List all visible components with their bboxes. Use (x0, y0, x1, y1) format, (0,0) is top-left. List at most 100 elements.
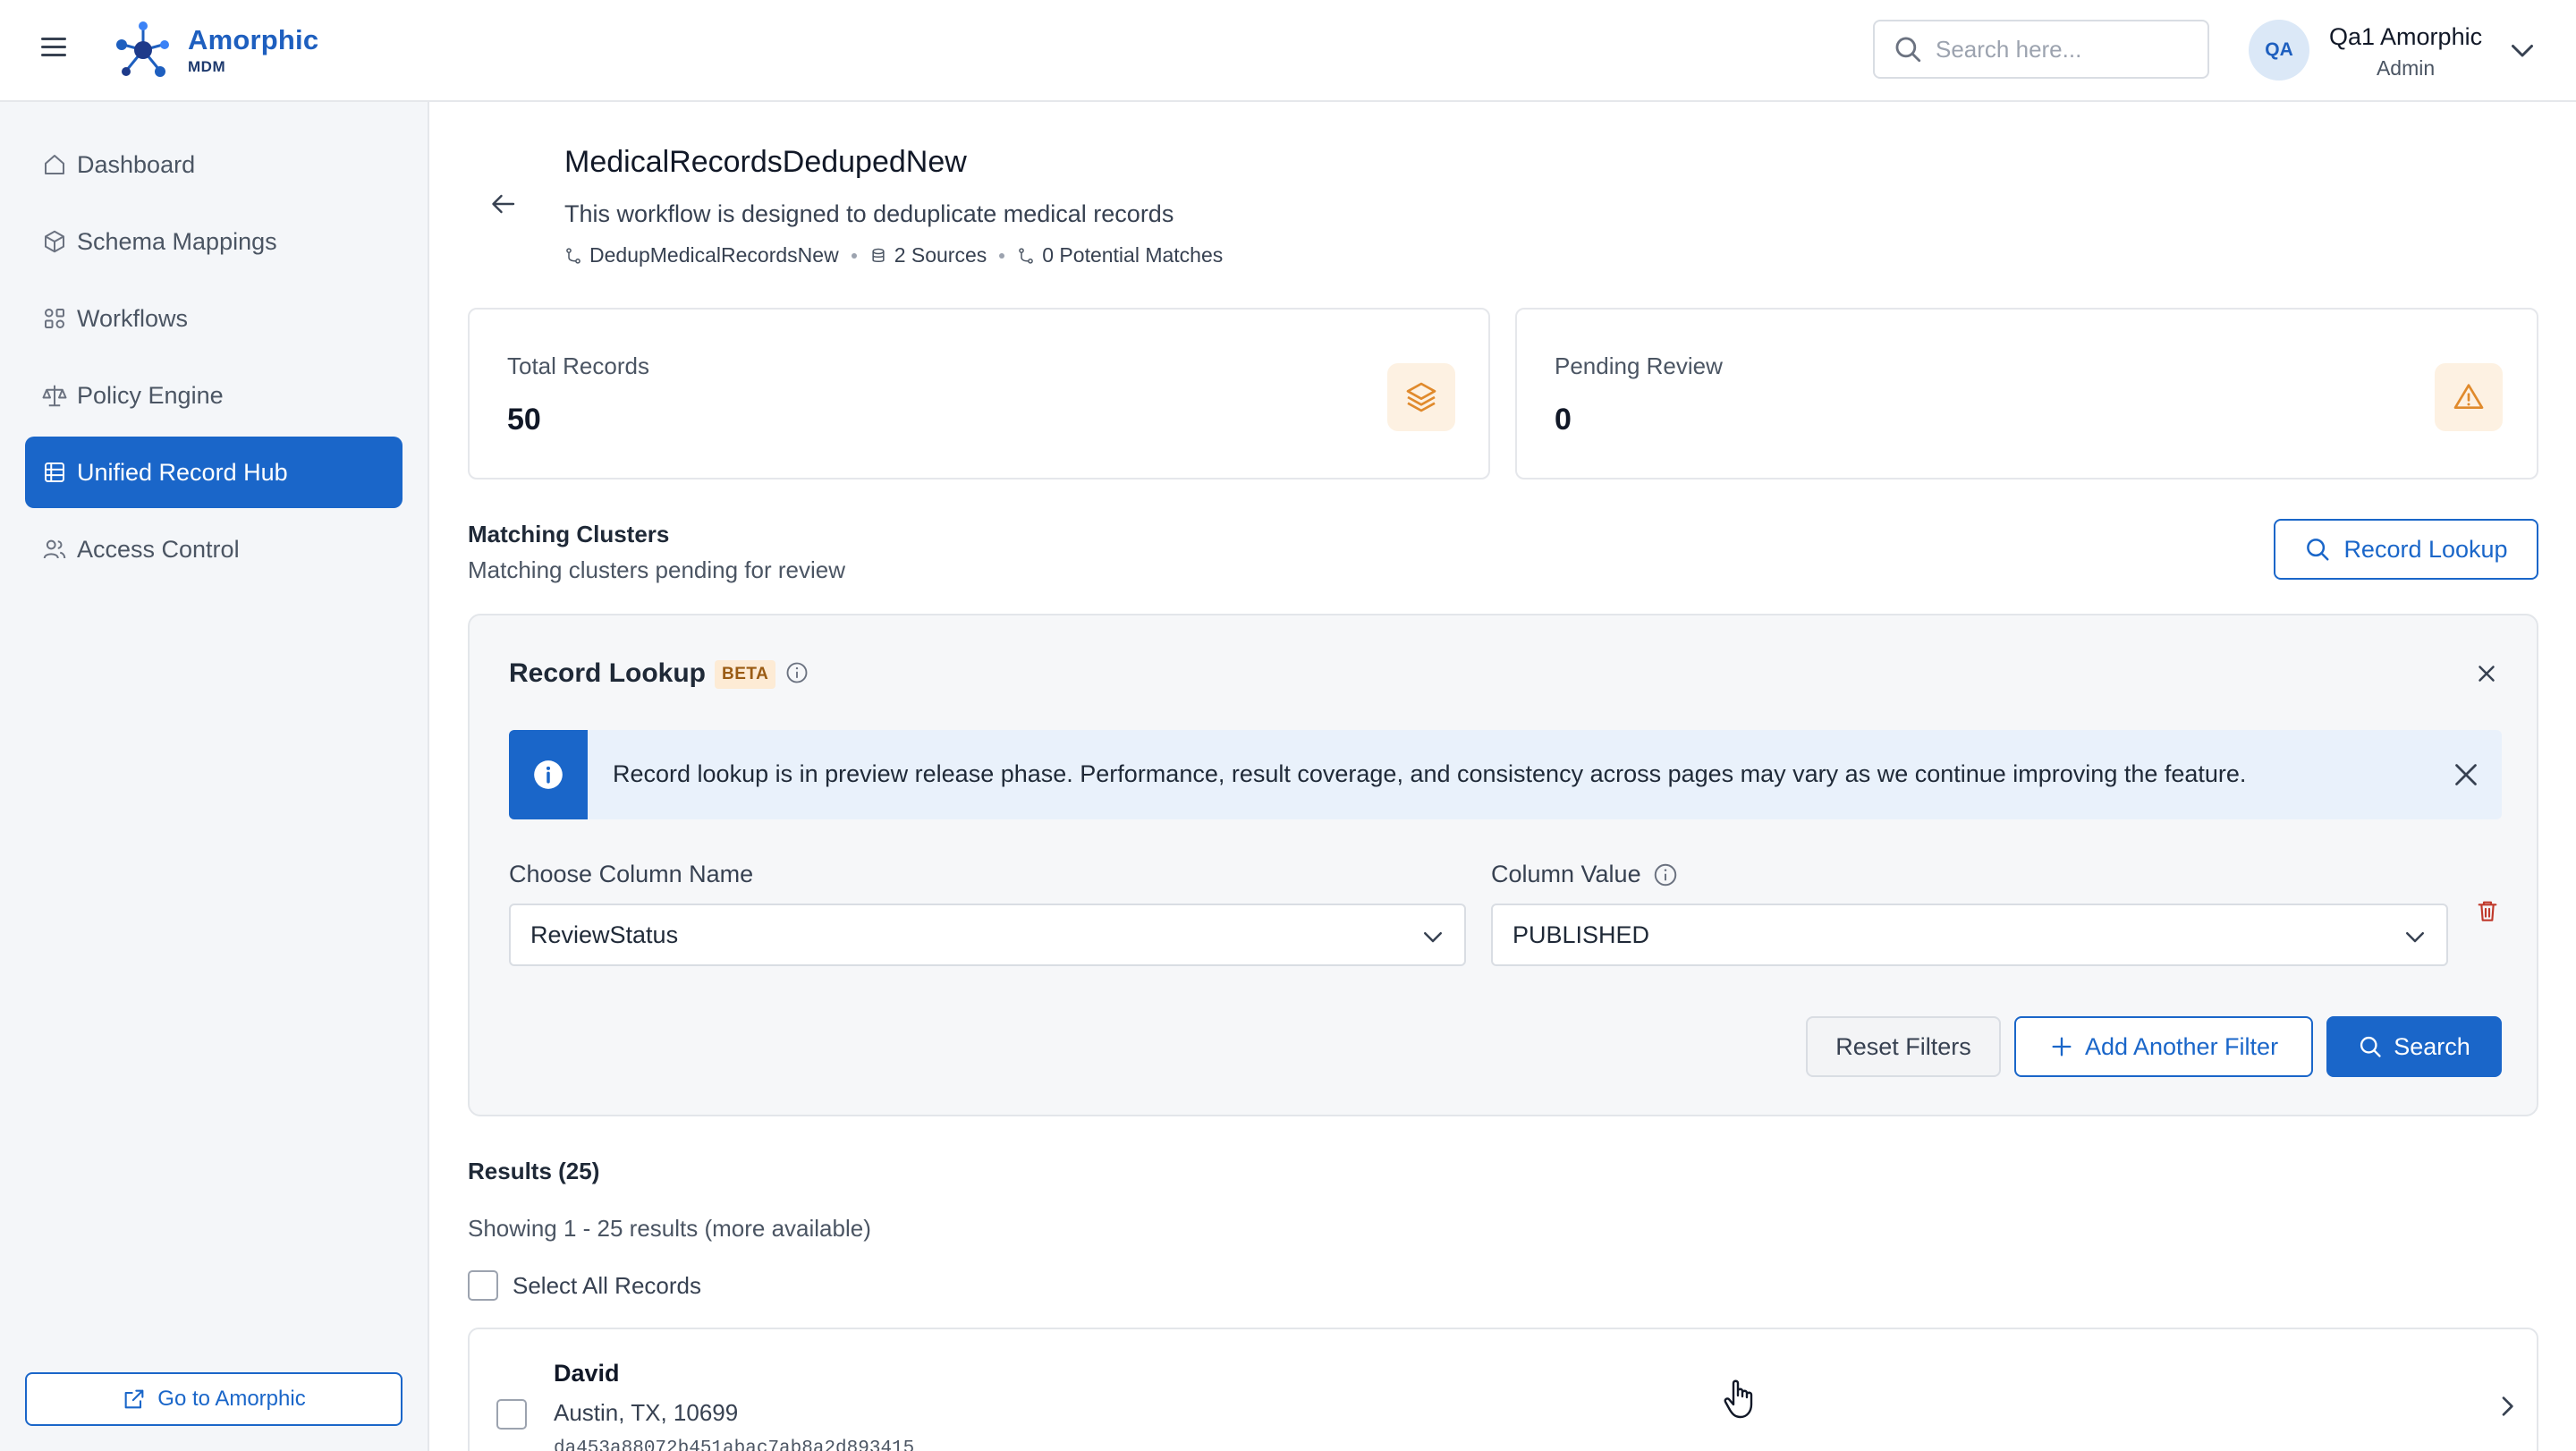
record-id: da453a88072b451abac7ab8a2d893415 (554, 1438, 915, 1451)
results-count: Showing 1 - 25 results (more available) (468, 1215, 871, 1242)
column-name-label-text: Choose Column Name (509, 861, 754, 887)
potential-matches: 0 Potential Matches (1042, 243, 1224, 267)
sidebar: Dashboard Schema Mappings Workflows Poli… (0, 102, 429, 1451)
add-filter-label: Add Another Filter (2084, 1032, 2279, 1060)
search-icon (2307, 539, 2329, 561)
sidebar-item-label: Access Control (77, 535, 240, 563)
sidebar-item-label: Policy Engine (77, 381, 224, 409)
banner-message: Record lookup is in preview release phas… (613, 760, 2247, 787)
sidebar-item-policy-engine[interactable]: Policy Engine (25, 360, 402, 431)
user-name: Qa1 Amorphic (2329, 23, 2483, 50)
matches-meta: 0 Potential Matches (1017, 243, 1223, 267)
info-icon[interactable] (784, 660, 809, 685)
record-lookup-label: Record Lookup (2343, 535, 2508, 563)
database-icon (872, 248, 885, 262)
brand-name: Amorphic (188, 24, 319, 55)
user-role: Admin (2376, 56, 2436, 80)
workflow-description: This workflow is designed to deduplicate… (564, 200, 1174, 227)
column-value-label: Column Value (1491, 861, 1679, 888)
search-label: Search (2394, 1032, 2470, 1060)
column-value-label-text: Column Value (1491, 861, 1641, 887)
search-icon (1895, 37, 1921, 63)
info-icon[interactable] (1652, 861, 1679, 888)
plus-icon (2052, 1037, 2072, 1056)
database-icon (45, 462, 64, 482)
workflow-meta: DedupMedicalRecordsNew 2 Sources 0 Poten… (564, 243, 1223, 267)
sidebar-item-schema-mappings[interactable]: Schema Mappings (25, 206, 402, 277)
search-input[interactable] (1936, 35, 2195, 64)
trash-icon[interactable] (2473, 896, 2502, 925)
beta-badge: BETA (715, 660, 776, 689)
sidebar-item-label: Unified Record Hub (77, 458, 288, 486)
clusters-subtitle: Matching clusters pending for review (468, 556, 845, 583)
select-all-records[interactable]: Select All Records (468, 1270, 701, 1301)
sources-count: 2 Sources (894, 243, 987, 267)
reset-filters-button[interactable]: Reset Filters (1806, 1016, 2001, 1077)
clusters-title: Matching Clusters (468, 521, 670, 547)
workflow-name-meta: DedupMedicalRecordsNew (564, 243, 839, 267)
workflow-icon (45, 309, 64, 328)
separator-dot (851, 252, 857, 259)
app-root: Amorphic MDM QA Qa1 Amorphic Admin Dashb… (0, 0, 2576, 1451)
external-link-icon (124, 1389, 144, 1409)
cube-icon (45, 230, 64, 253)
go-to-amorphic-button[interactable]: Go to Amorphic (25, 1372, 402, 1426)
lookup-title: Record Lookup (509, 658, 707, 688)
close-icon[interactable] (2450, 759, 2482, 791)
stat-label: Pending Review (1555, 352, 1723, 379)
brand-subtitle: MDM (188, 58, 226, 75)
sidebar-item-label: Schema Mappings (77, 227, 277, 255)
chevron-down-icon (1424, 932, 1442, 943)
chevron-right-icon[interactable] (2493, 1392, 2521, 1421)
sidebar-item-dashboard[interactable]: Dashboard (25, 129, 402, 200)
select-all-checkbox[interactable] (468, 1270, 498, 1301)
sidebar-item-workflows[interactable]: Workflows (25, 283, 402, 354)
results-title: Results (25) (468, 1158, 600, 1184)
sidebar-item-label: Workflows (77, 304, 189, 332)
users-icon (43, 539, 66, 559)
warning-icon (2435, 363, 2503, 431)
sidebar-item-unified-record-hub[interactable]: Unified Record Hub (25, 437, 402, 508)
record-checkbox[interactable] (496, 1399, 527, 1430)
info-icon (509, 730, 588, 819)
record-card[interactable]: David Austin, TX, 10699 da453a88072b451a… (468, 1328, 2538, 1451)
chevron-down-icon[interactable] (2506, 34, 2538, 66)
layers-icon (1387, 363, 1455, 431)
hand-cursor-icon (1724, 1379, 1753, 1419)
workflow-name: DedupMedicalRecordsNew (589, 243, 839, 267)
molecule-logo-icon (116, 21, 169, 77)
home-icon (45, 155, 64, 174)
sidebar-item-access-control[interactable]: Access Control (25, 513, 402, 585)
user-info[interactable]: Qa1 Amorphic Admin (2329, 23, 2482, 81)
stat-value: 0 (1555, 403, 1572, 437)
page-title: MedicalRecordsDedupedNew (564, 145, 967, 179)
global-search[interactable] (1873, 20, 2209, 79)
user-avatar[interactable]: QA (2249, 20, 2309, 81)
reset-filters-label: Reset Filters (1835, 1032, 1971, 1060)
branch-icon (1019, 247, 1034, 264)
sources-meta: 2 Sources (869, 243, 987, 267)
column-name-label: Choose Column Name (509, 861, 753, 888)
record-lookup-panel: Record Lookup BETA Record lookup is in p… (468, 614, 2538, 1116)
stat-label: Total Records (507, 352, 649, 379)
search-button[interactable]: Search (2326, 1016, 2502, 1077)
go-to-amorphic-label: Go to Amorphic (157, 1387, 306, 1411)
chevron-down-icon (2406, 932, 2424, 943)
brand-logo[interactable]: Amorphic MDM (111, 16, 318, 84)
close-icon[interactable] (2473, 660, 2500, 687)
pending-review-card: Pending Review 0 (1515, 308, 2538, 479)
branch-icon (566, 247, 580, 264)
select-all-label: Select All Records (513, 1271, 701, 1299)
back-arrow-icon[interactable] (487, 188, 519, 220)
total-records-card: Total Records 50 (468, 308, 1490, 479)
hamburger-menu-icon[interactable] (36, 32, 72, 68)
add-another-filter-button[interactable]: Add Another Filter (2014, 1016, 2313, 1077)
column-name-select[interactable]: ReviewStatus (509, 904, 1466, 966)
column-name-value: ReviewStatus (530, 921, 679, 948)
column-value-select[interactable]: PUBLISHED (1491, 904, 2448, 966)
record-lookup-button[interactable]: Record Lookup (2274, 519, 2538, 580)
separator-dot (999, 252, 1005, 259)
record-address: Austin, TX, 10699 (554, 1399, 739, 1426)
search-icon (2360, 1036, 2381, 1057)
column-value-value: PUBLISHED (1513, 921, 1650, 948)
